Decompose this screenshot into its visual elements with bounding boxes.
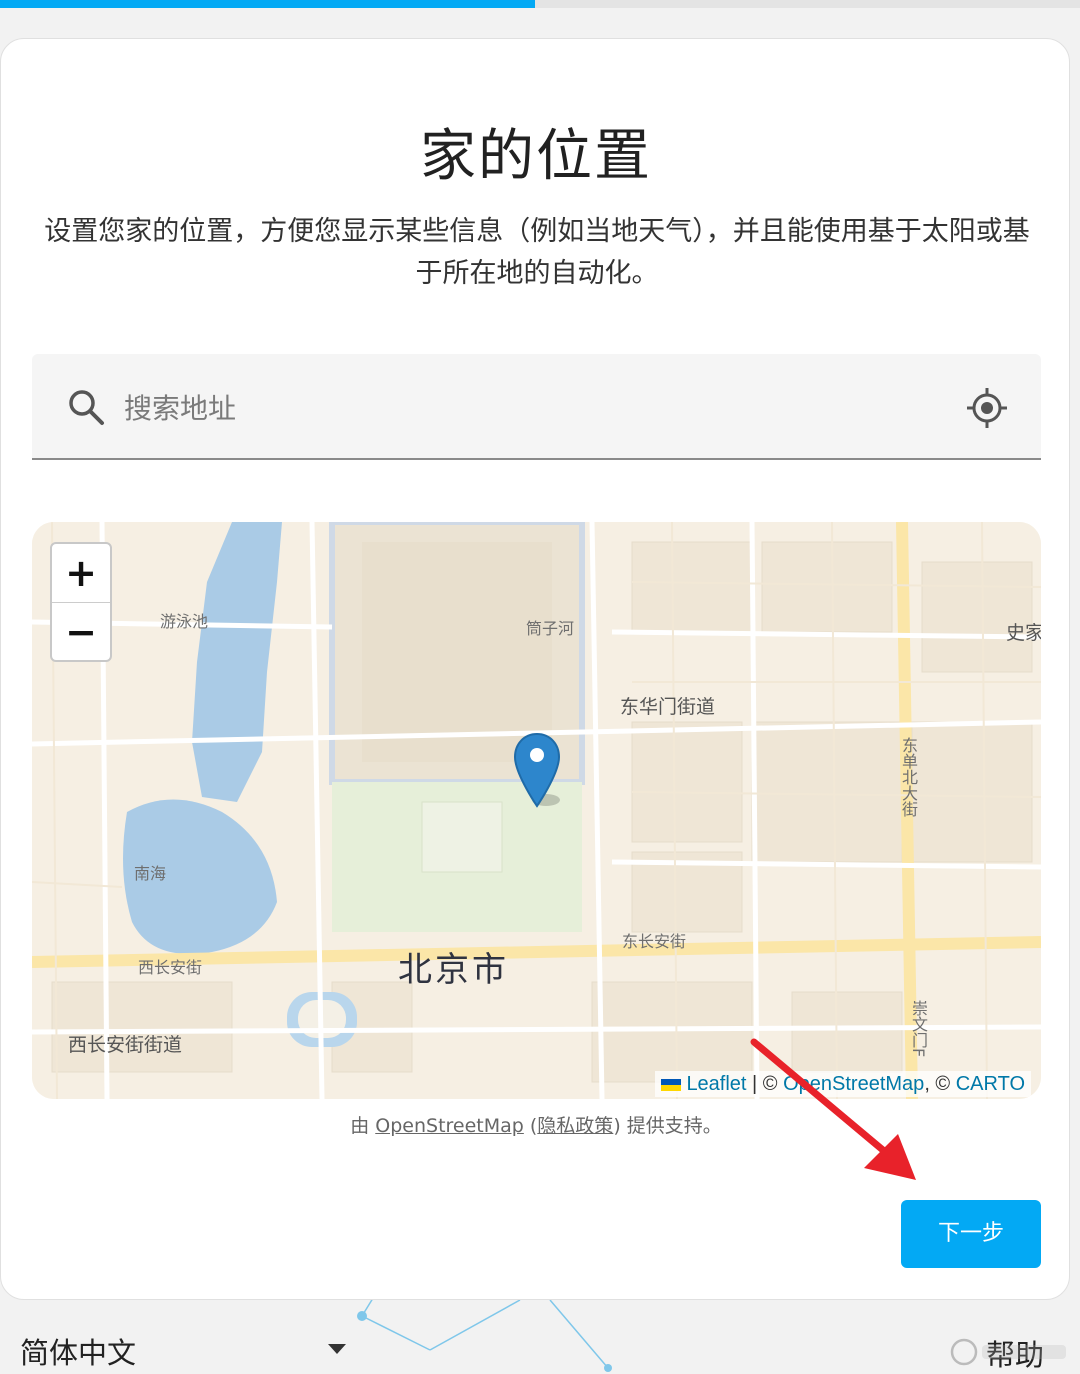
provider-prefix: 由 xyxy=(350,1115,376,1137)
search-input[interactable] xyxy=(122,380,926,436)
ukraine-flag-icon xyxy=(661,1078,682,1091)
annotation-arrow-icon xyxy=(750,1038,916,1180)
map-label-shijia: 史家 xyxy=(1006,622,1041,644)
carto-link[interactable]: CARTO xyxy=(956,1073,1025,1095)
progress-bar-fill xyxy=(0,0,535,8)
location-pin-icon[interactable] xyxy=(512,732,566,814)
progress-bar xyxy=(0,0,1080,8)
next-button[interactable]: 下一步 xyxy=(901,1200,1041,1268)
privacy-policy-link[interactable]: 隐私政策 xyxy=(537,1115,613,1137)
provider-osm-link[interactable]: OpenStreetMap xyxy=(375,1115,524,1137)
map-label-youyongchi: 游泳池 xyxy=(160,612,209,631)
provider-close: ) 提供支持。 xyxy=(613,1115,722,1137)
map-label-nanhai: 南海 xyxy=(134,864,167,883)
leaflet-link[interactable]: Leaflet xyxy=(686,1073,746,1095)
map-label-xichangan: 西长安街 xyxy=(138,958,203,977)
intro-text: 设置您家的位置，方便您显示某些信息（例如当地天气），并且能使用基于太阳或基于所在… xyxy=(44,216,1030,289)
language-selector[interactable]: 简体中文 xyxy=(20,1330,350,1370)
map-label-dongdanbeidajie: 东单北大街 xyxy=(899,737,918,817)
zoom-out-button[interactable]: − xyxy=(52,603,110,661)
search-icon xyxy=(69,390,104,425)
location-map[interactable]: 游泳池 筒子河 东华门街道 南海 西长安街 东长安街 北京市 西长安街街道 东单… xyxy=(32,522,1041,1099)
map-label-donghuamen: 东华门街道 xyxy=(620,696,716,718)
zoom-in-button[interactable]: + xyxy=(52,544,110,603)
map-label-xichanganjiedao: 西长安街街道 xyxy=(68,1034,183,1056)
language-label: 简体中文 xyxy=(20,1336,137,1370)
provider-open: ( xyxy=(523,1115,538,1137)
map-label-dongchangan: 东长安街 xyxy=(622,932,687,951)
dropdown-caret-icon xyxy=(328,1344,346,1354)
address-search-field[interactable] xyxy=(32,354,1041,460)
map-label-beijing: 北京市 xyxy=(398,950,509,990)
my-location-icon[interactable] xyxy=(966,387,1008,429)
page-title: 家的位置 xyxy=(420,124,652,189)
map-label-tongzihe: 筒子河 xyxy=(526,619,575,638)
watermark-logo-icon xyxy=(950,1338,1066,1366)
zoom-control: + − xyxy=(50,542,112,662)
